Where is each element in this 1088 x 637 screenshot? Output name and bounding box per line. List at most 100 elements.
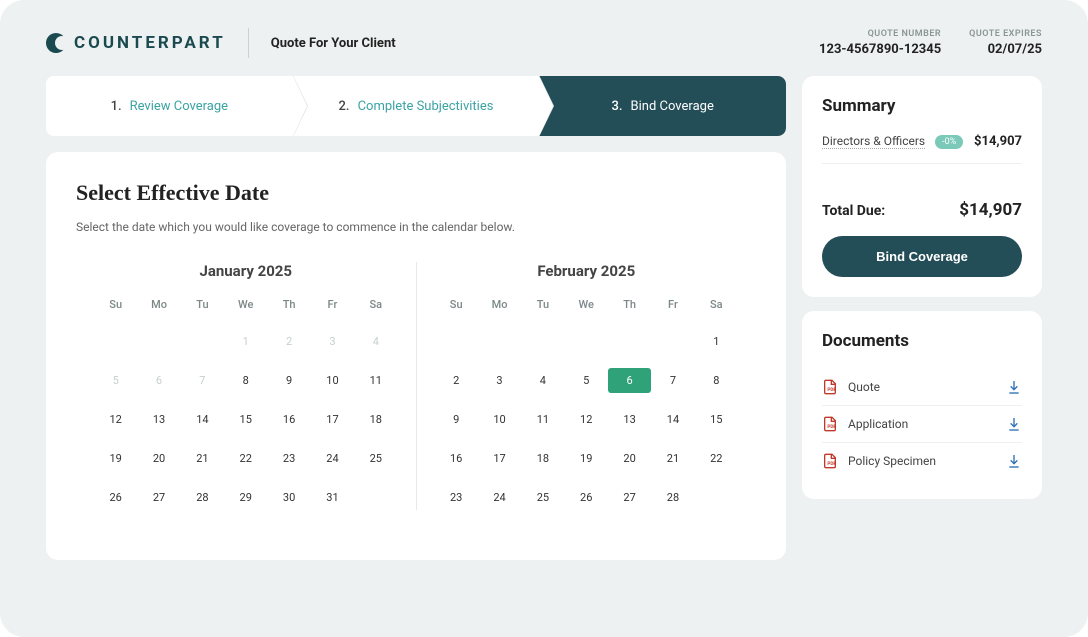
calendar-day[interactable]: 9 xyxy=(267,368,310,393)
calendar-day[interactable]: 26 xyxy=(94,485,137,510)
calendar-day[interactable]: 3 xyxy=(478,368,521,393)
calendar-day[interactable]: 11 xyxy=(521,407,564,432)
summary-card: Summary Directors & Officers -0% $14,907… xyxy=(802,76,1042,297)
calendar-day[interactable]: 18 xyxy=(354,407,397,432)
calendar-day[interactable]: 21 xyxy=(651,446,694,471)
calendar-day[interactable]: 19 xyxy=(94,446,137,471)
calendar-day[interactable]: 23 xyxy=(435,485,478,510)
step-review-coverage[interactable]: 1. Review Coverage xyxy=(46,76,293,136)
calendar-dow: Tu xyxy=(181,298,224,311)
calendar-day[interactable]: 31 xyxy=(311,485,354,510)
calendar-dow: Sa xyxy=(695,298,738,311)
calendar-day[interactable]: 2 xyxy=(435,368,478,393)
bind-coverage-button[interactable]: Bind Coverage xyxy=(822,236,1022,277)
calendar-day[interactable]: 5 xyxy=(565,368,608,393)
calendar-day[interactable]: 17 xyxy=(311,407,354,432)
logo: COUNTERPART xyxy=(46,33,226,53)
calendar-day[interactable]: 30 xyxy=(267,485,310,510)
documents-title: Documents xyxy=(822,331,1022,351)
logo-mark-icon xyxy=(46,33,66,53)
calendar-day[interactable]: 28 xyxy=(181,485,224,510)
calendar-day[interactable]: 11 xyxy=(354,368,397,393)
calendar-day[interactable]: 8 xyxy=(224,368,267,393)
calendar-day[interactable]: 12 xyxy=(565,407,608,432)
step-bind-coverage[interactable]: 3. Bind Coverage xyxy=(539,76,786,136)
calendar-month: February 2025SuMoTuWeThFrSa1234567891011… xyxy=(417,262,757,510)
calendar-day[interactable]: 10 xyxy=(478,407,521,432)
calendar-day[interactable]: 27 xyxy=(137,485,180,510)
step-num: 3. xyxy=(612,99,623,114)
calendar-day[interactable]: 22 xyxy=(695,446,738,471)
quote-expires-value: 02/07/25 xyxy=(969,42,1042,57)
calendar-day[interactable]: 18 xyxy=(521,446,564,471)
calendar-day[interactable]: 28 xyxy=(651,485,694,510)
calendar-dow: Th xyxy=(608,298,651,311)
calendar-day: 2 xyxy=(267,329,310,354)
calendar-day[interactable]: 25 xyxy=(521,485,564,510)
quote-expires-label: QUOTE EXPIRES xyxy=(969,29,1042,39)
step-label: Review Coverage xyxy=(130,99,228,114)
calendar-day[interactable]: 19 xyxy=(565,446,608,471)
calendar-day[interactable]: 16 xyxy=(267,407,310,432)
calendar-day[interactable]: 13 xyxy=(137,407,180,432)
calendar-day[interactable]: 25 xyxy=(354,446,397,471)
calendar-dow: Fr xyxy=(311,298,354,311)
document-name: Quote xyxy=(848,380,880,394)
calendar-day[interactable]: 14 xyxy=(651,407,694,432)
calendar-day[interactable]: 26 xyxy=(565,485,608,510)
stepper: 1. Review Coverage 2. Complete Subjectiv… xyxy=(46,76,786,136)
document-row[interactable]: PDFPolicy Specimen xyxy=(822,443,1022,479)
calendar-day[interactable]: 7 xyxy=(651,368,694,393)
panel-desc: Select the date which you would like cov… xyxy=(76,220,756,234)
calendar-title: January 2025 xyxy=(94,262,398,280)
calendar-day[interactable]: 20 xyxy=(137,446,180,471)
calendar-day[interactable]: 12 xyxy=(94,407,137,432)
calendar-day[interactable]: 15 xyxy=(695,407,738,432)
pdf-icon: PDF xyxy=(822,416,838,432)
svg-text:PDF: PDF xyxy=(827,424,836,430)
calendar-day[interactable]: 6 xyxy=(608,368,651,393)
document-row[interactable]: PDFQuote xyxy=(822,369,1022,406)
calendar-dow: Su xyxy=(94,298,137,311)
calendar-day: 7 xyxy=(181,368,224,393)
summary-title: Summary xyxy=(822,96,1022,116)
app-frame: COUNTERPART Quote For Your Client QUOTE … xyxy=(0,0,1088,637)
calendar-day[interactable]: 22 xyxy=(224,446,267,471)
total-row: Total Due: $14,907 xyxy=(822,200,1022,220)
calendar-dow: Sa xyxy=(354,298,397,311)
calendar-day[interactable]: 27 xyxy=(608,485,651,510)
calendar-day[interactable]: 8 xyxy=(695,368,738,393)
summary-discount-badge: -0% xyxy=(935,135,963,149)
calendar-day[interactable]: 24 xyxy=(478,485,521,510)
calendar-day[interactable]: 4 xyxy=(521,368,564,393)
documents-card: Documents PDFQuotePDFApplicationPDFPolic… xyxy=(802,311,1042,499)
calendar-day: 6 xyxy=(137,368,180,393)
calendar-dow: We xyxy=(565,298,608,311)
effective-date-panel: Select Effective Date Select the date wh… xyxy=(46,152,786,560)
pdf-icon: PDF xyxy=(822,453,838,469)
quote-number-block: QUOTE NUMBER 123-4567890-12345 xyxy=(819,29,941,57)
document-row[interactable]: PDFApplication xyxy=(822,406,1022,443)
calendar-day[interactable]: 29 xyxy=(224,485,267,510)
calendar-day: 4 xyxy=(354,329,397,354)
download-icon xyxy=(1006,416,1022,432)
step-num: 2. xyxy=(339,99,350,114)
step-label: Bind Coverage xyxy=(631,99,714,114)
calendar-day[interactable]: 10 xyxy=(311,368,354,393)
calendar-day[interactable]: 14 xyxy=(181,407,224,432)
calendar-day[interactable]: 23 xyxy=(267,446,310,471)
calendar-day[interactable]: 9 xyxy=(435,407,478,432)
calendar-day[interactable]: 16 xyxy=(435,446,478,471)
calendar-day[interactable]: 24 xyxy=(311,446,354,471)
calendar-day[interactable]: 13 xyxy=(608,407,651,432)
calendar-day[interactable]: 15 xyxy=(224,407,267,432)
calendar-dow: We xyxy=(224,298,267,311)
documents-list: PDFQuotePDFApplicationPDFPolicy Specimen xyxy=(822,369,1022,479)
calendar-day[interactable]: 21 xyxy=(181,446,224,471)
svg-text:PDF: PDF xyxy=(827,461,836,467)
calendar-day[interactable]: 17 xyxy=(478,446,521,471)
total-amount: $14,907 xyxy=(959,200,1022,220)
calendar-day[interactable]: 1 xyxy=(695,329,738,354)
calendar-day[interactable]: 20 xyxy=(608,446,651,471)
step-complete-subjectivities[interactable]: 2. Complete Subjectivities xyxy=(293,76,540,136)
